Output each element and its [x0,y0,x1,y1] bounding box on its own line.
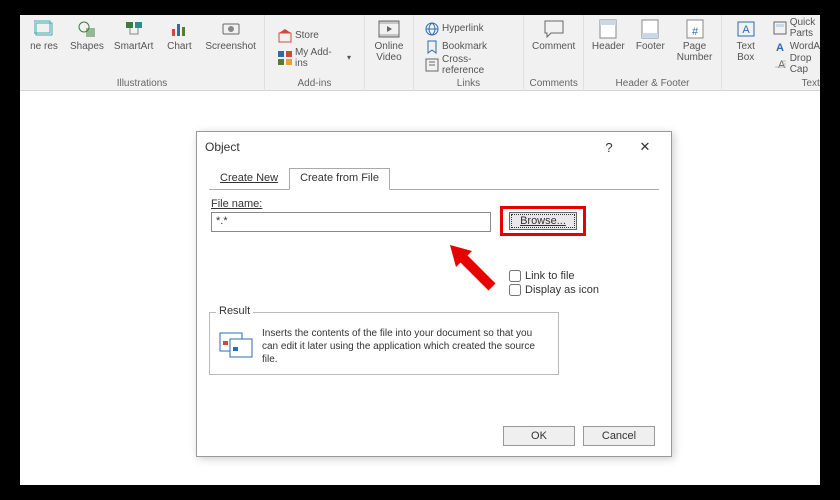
tab-create-from-file[interactable]: Create from File [289,168,390,190]
quickparts-icon [773,21,787,35]
smartart-button[interactable]: SmartArt [110,17,157,76]
comment-icon [543,19,565,39]
ribbon-group-comments: Comment Comments [524,15,584,91]
svg-text:#: # [691,26,698,38]
smartart-icon [124,19,144,39]
group-label: Text [801,76,819,91]
chart-button[interactable]: Chart [159,17,199,76]
group-label: Illustrations [117,76,168,91]
svg-text:A: A [776,42,784,53]
group-label: Add-ins [298,76,332,91]
textbox-button[interactable]: A Text Box [726,17,766,76]
pictures-button[interactable]: ne res [24,17,64,76]
dialog-tabs: Create New Create from File [209,168,659,190]
bookmark-icon [425,40,439,54]
shapes-button[interactable]: Shapes [66,17,108,76]
shapes-icon [77,19,97,39]
cancel-button[interactable]: Cancel [583,426,655,446]
store-button[interactable]: Store [275,27,322,45]
display-as-icon-checkbox[interactable]: Display as icon [509,284,599,296]
result-icon [218,327,254,359]
footer-button[interactable]: Footer [630,17,670,76]
object-dialog: Object ? ✕ Create New Create from File F… [196,131,672,457]
browse-highlight: Browse... [500,206,586,236]
quickparts-button[interactable]: Quick Parts▾ [770,19,820,37]
svg-text:A: A [742,24,750,36]
result-text: Inserts the contents of the file into yo… [262,327,550,366]
pagenumber-button[interactable]: # Page Number [672,17,716,76]
ribbon: ne res Shapes SmartArt Chart Screenshot [20,15,820,91]
ribbon-group-addins: Store My Add-ins▾ Add-ins [265,15,365,91]
header-icon [599,19,617,39]
footer-icon [641,19,659,39]
app-frame: ne res Shapes SmartArt Chart Screenshot [20,15,820,485]
result-legend: Result [216,305,253,317]
my-addins-button[interactable]: My Add-ins▾ [275,49,354,67]
ribbon-group-links: Hyperlink Bookmark Cross-reference Links [414,15,524,91]
screenshot-icon [221,19,241,39]
online-video-button[interactable]: Online Video [369,17,409,76]
textbox-icon: A [736,19,756,39]
dialog-help-button[interactable]: ? [591,140,627,155]
filename-input[interactable]: *.* [211,212,491,232]
hyperlink-button[interactable]: Hyperlink [422,20,487,38]
link-to-file-input[interactable] [509,270,521,282]
dialog-close-button[interactable]: ✕ [627,139,663,155]
header-button[interactable]: Header [588,17,628,76]
browse-button[interactable]: Browse... [509,212,577,230]
dialog-titlebar: Object ? ✕ [197,132,671,162]
chart-icon [169,19,189,39]
pictures-icon [34,19,54,39]
ribbon-group-illustrations: ne res Shapes SmartArt Chart Screenshot [20,15,265,91]
group-label [388,76,391,91]
filename-label: File name: [211,198,657,210]
video-icon [378,19,400,39]
dropcap-icon: A [773,57,787,71]
dropcap-button[interactable]: ADrop Cap▾ [770,55,820,73]
ribbon-group-text: A Text Box Quick Parts▾ AWordArt▾ ADrop … [722,15,820,91]
wordart-icon: A [773,39,787,53]
crossref-button[interactable]: Cross-reference [422,56,515,74]
ok-button[interactable]: OK [503,426,575,446]
hyperlink-icon [425,22,439,36]
ribbon-group-media: Online Video [365,15,414,91]
pagenumber-icon: # [686,19,704,39]
comment-button[interactable]: Comment [528,17,579,76]
screenshot-button[interactable]: Screenshot [201,17,260,76]
addins-icon [278,51,292,65]
link-to-file-checkbox[interactable]: Link to file [509,270,599,282]
group-label: Header & Footer [616,76,690,91]
ribbon-group-headerfooter: Header Footer # Page Number Header & Foo… [584,15,721,91]
crossref-icon [425,58,439,72]
tab-content: File name: *.* Browse... Link to file Di… [209,190,659,418]
tab-create-new[interactable]: Create New [209,168,289,190]
store-icon [278,29,292,43]
group-label: Links [457,76,480,91]
dialog-title: Object [205,140,591,154]
display-as-icon-input[interactable] [509,284,521,296]
result-box: Result Inserts the contents of the file … [209,312,559,375]
group-label: Comments [529,76,577,91]
